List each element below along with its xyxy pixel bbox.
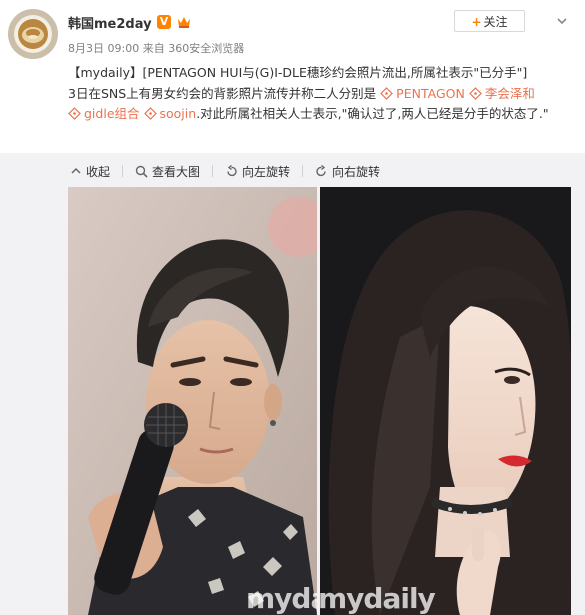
magnifier-icon [135,165,148,178]
post-headline: 【mydaily】[PENTAGON HUI与(G)I-DLE穗珍约会照片流出,… [68,65,528,80]
rotate-right-icon [316,164,326,176]
topic-diamond-icon [143,107,157,120]
topic-link-soojin[interactable]: soojin [143,106,196,121]
topic-link-li-huize[interactable]: 李会泽和 [468,86,535,101]
rotate-left-label: 向左旋转 [242,164,291,179]
chevron-down-icon[interactable] [555,14,569,28]
topic-link-pentagon[interactable]: PENTAGON [380,86,465,101]
post-time[interactable]: 8月3日 09:00 [68,42,139,55]
crown-icon[interactable] [176,14,192,30]
collapse-button[interactable]: 收起 [70,161,110,181]
collapse-arrow-icon [71,167,81,174]
toolbar-divider [122,165,124,177]
rotate-right-label: 向右旋转 [332,164,381,179]
verified-badge-icon[interactable]: V [157,15,171,29]
rotate-right-button[interactable]: 向右旋转 [315,161,380,181]
view-large-button[interactable]: 查看大图 [135,161,200,181]
toolbar-divider [212,165,214,177]
toolbar-divider [302,165,304,177]
photo-left[interactable]: mydaily [68,187,317,615]
plus-icon: + [471,15,482,29]
latte-art-avatar-icon [8,9,58,59]
collapse-label: 收起 [86,164,111,179]
photo-right[interactable]: mydaily [320,187,571,615]
follow-label: 关注 [483,15,508,29]
user-avatar[interactable] [8,9,58,59]
topic-diamond-icon [68,107,81,120]
username[interactable]: 韩国me2day [68,13,152,32]
weibo-post-card: 韩国me2day V 8月3日 09:00 来自 360安全浏览器 + 关注 【m… [0,0,585,615]
post-body-lead: 3日在SNS上有男女约会的背影照片流传并称二人分别是 [68,85,377,101]
media-toolbar: 收起 查看大图 向左旋转 向右旋转 [70,161,380,181]
topic-diamond-icon [468,86,482,100]
woman-portrait-image [320,187,571,615]
watermark-left: mydaily [246,582,317,615]
man-with-microphone-image [68,187,317,615]
rotate-left-icon [227,164,237,176]
post-body-tail: .对此所属社相关人士表示,"确认过了,两人已经是分手的状态了." [196,106,549,121]
watermark-right: mydaily [320,582,436,615]
follow-button[interactable]: + 关注 [454,10,525,32]
post-text: 【mydaily】[PENTAGON HUI与(G)I-DLE穗珍约会照片流出,… [68,63,576,125]
post-source: 360安全浏览器 [168,42,245,55]
post-meta: 8月3日 09:00 来自 360安全浏览器 [68,40,244,56]
topic-link-gidle[interactable]: gidle组合 [68,106,140,121]
topic-diamond-icon [380,86,394,100]
view-large-label: 查看大图 [152,164,201,179]
rotate-left-button[interactable]: 向左旋转 [225,161,290,181]
source-prefix: 来自 [142,42,165,55]
